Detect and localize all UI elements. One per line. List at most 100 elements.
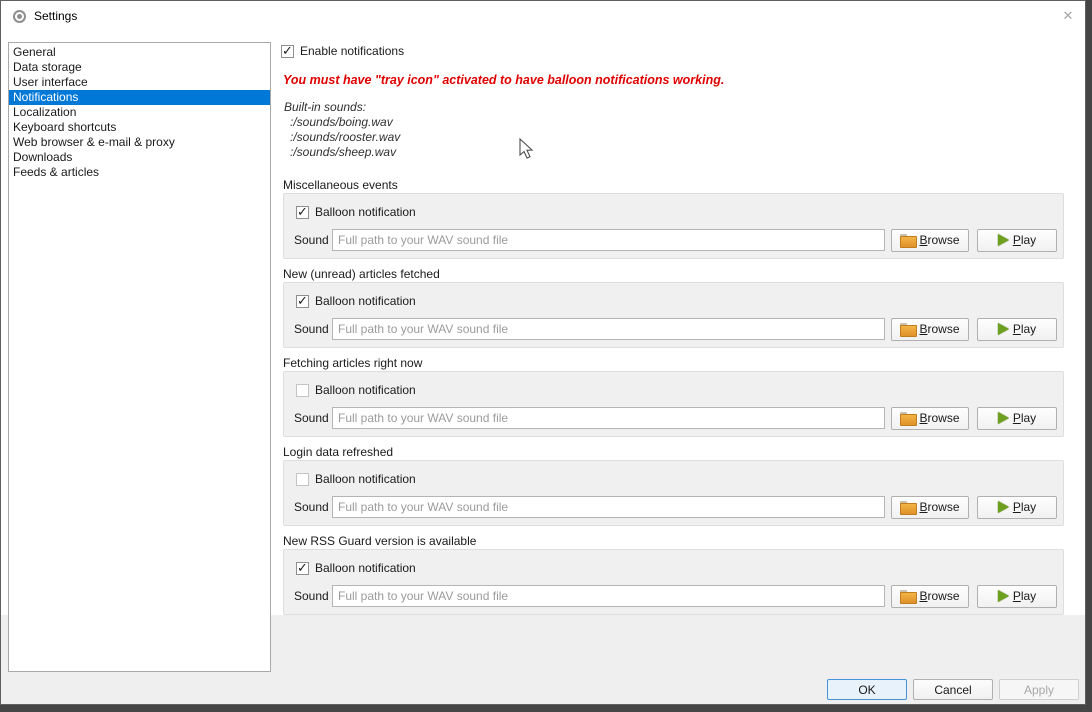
play-button[interactable]: Play bbox=[977, 318, 1057, 341]
check-icon: ✓ bbox=[297, 560, 308, 576]
balloon-notification-label: Balloon notification bbox=[315, 472, 416, 486]
sidebar-item-localization[interactable]: Localization bbox=[9, 105, 270, 120]
sidebar-item-downloads[interactable]: Downloads bbox=[9, 150, 270, 165]
balloon-notification-label: Balloon notification bbox=[315, 383, 416, 397]
balloon-checkbox-box[interactable] bbox=[296, 473, 309, 486]
section-groupbox: Balloon notification Sound Browse Play bbox=[283, 371, 1064, 437]
balloon-notification-checkbox[interactable]: ✓ Balloon notification bbox=[296, 561, 416, 575]
sidebar-item-label: General bbox=[13, 45, 56, 59]
folder-icon bbox=[900, 501, 915, 513]
balloon-notification-checkbox[interactable]: ✓ Balloon notification bbox=[296, 205, 416, 219]
sidebar-item-data-storage[interactable]: Data storage bbox=[9, 60, 270, 75]
sound-label: Sound bbox=[294, 411, 327, 425]
sidebar-item-keyboard-shortcuts[interactable]: Keyboard shortcuts bbox=[9, 120, 270, 135]
browse-button[interactable]: Browse bbox=[891, 496, 969, 519]
balloon-notification-checkbox[interactable]: ✓ Balloon notification bbox=[296, 294, 416, 308]
sound-path-input[interactable] bbox=[332, 318, 885, 340]
sound-label: Sound bbox=[294, 500, 327, 514]
ok-button[interactable]: OK bbox=[827, 679, 907, 700]
browse-button[interactable]: Browse bbox=[891, 585, 969, 608]
sidebar-item-user-interface[interactable]: User interface bbox=[9, 75, 270, 90]
section-groupbox: ✓ Balloon notification Sound Browse Play bbox=[283, 193, 1064, 259]
titlebar[interactable]: Settings ✕ bbox=[1, 1, 1085, 32]
builtin-sounds-block: Built-in sounds: :/sounds/boing.wav :/so… bbox=[284, 100, 400, 160]
sound-row: Sound Browse Play bbox=[294, 229, 1059, 251]
section-groupbox: Balloon notification Sound Browse Play bbox=[283, 460, 1064, 526]
play-button-label: Play bbox=[1013, 411, 1036, 425]
play-button-label: Play bbox=[1013, 589, 1036, 603]
balloon-checkbox-box[interactable]: ✓ bbox=[296, 562, 309, 575]
browse-button[interactable]: Browse bbox=[891, 229, 969, 252]
play-button-label: Play bbox=[1013, 322, 1036, 336]
notification-sections: Miscellaneous events ✓ Balloon notificat… bbox=[283, 178, 1064, 623]
play-button-label: Play bbox=[1013, 500, 1036, 514]
browse-button[interactable]: Browse bbox=[891, 407, 969, 430]
sound-row: Sound Browse Play bbox=[294, 496, 1059, 518]
balloon-notification-label: Balloon notification bbox=[315, 205, 416, 219]
notification-section: New RSS Guard version is available ✓ Bal… bbox=[283, 534, 1064, 623]
play-button[interactable]: Play bbox=[977, 585, 1057, 608]
balloon-notification-checkbox[interactable]: Balloon notification bbox=[296, 472, 416, 486]
play-button-label: Play bbox=[1013, 233, 1036, 247]
balloon-notification-checkbox[interactable]: Balloon notification bbox=[296, 383, 416, 397]
settings-gear-icon bbox=[13, 10, 26, 23]
sound-path-input[interactable] bbox=[332, 229, 885, 251]
window-title: Settings bbox=[34, 9, 77, 23]
sidebar-item-label: Web browser & e-mail & proxy bbox=[13, 135, 175, 149]
cancel-button[interactable]: Cancel bbox=[913, 679, 993, 700]
folder-icon bbox=[900, 323, 915, 335]
play-icon bbox=[998, 590, 1009, 602]
folder-icon bbox=[900, 234, 915, 246]
browse-button-label: Browse bbox=[919, 411, 959, 425]
enable-notifications-checkbox-box[interactable]: ✓ bbox=[281, 45, 294, 58]
close-icon[interactable]: ✕ bbox=[1059, 7, 1077, 25]
play-button[interactable]: Play bbox=[977, 229, 1057, 252]
sound-label: Sound bbox=[294, 322, 327, 336]
section-groupbox: ✓ Balloon notification Sound Browse Play bbox=[283, 282, 1064, 348]
balloon-checkbox-box[interactable] bbox=[296, 384, 309, 397]
folder-icon bbox=[900, 412, 915, 424]
browse-button-label: Browse bbox=[919, 589, 959, 603]
sidebar-item-notifications[interactable]: Notifications bbox=[9, 90, 270, 105]
sidebar-item-general[interactable]: General bbox=[9, 45, 270, 60]
play-button[interactable]: Play bbox=[977, 496, 1057, 519]
sidebar-item-label: Downloads bbox=[13, 150, 72, 164]
sidebar-item-label: User interface bbox=[13, 75, 88, 89]
play-icon bbox=[998, 234, 1009, 246]
sound-path-input[interactable] bbox=[332, 585, 885, 607]
browse-button[interactable]: Browse bbox=[891, 318, 969, 341]
balloon-notification-label: Balloon notification bbox=[315, 561, 416, 575]
apply-button[interactable]: Apply bbox=[999, 679, 1079, 700]
notification-section: Login data refreshed Balloon notificatio… bbox=[283, 445, 1064, 534]
builtin-sound-path: :/sounds/rooster.wav bbox=[284, 130, 400, 145]
check-icon: ✓ bbox=[297, 204, 308, 220]
notifications-panel: ✓ Enable notifications You must have "tr… bbox=[272, 32, 1085, 615]
builtin-sound-path: :/sounds/sheep.wav bbox=[284, 145, 400, 160]
notification-section: Fetching articles right now Balloon noti… bbox=[283, 356, 1064, 445]
mouse-cursor bbox=[517, 138, 537, 160]
sound-path-input[interactable] bbox=[332, 407, 885, 429]
sound-label: Sound bbox=[294, 233, 327, 247]
sidebar-item-label: Feeds & articles bbox=[13, 165, 99, 179]
sound-label: Sound bbox=[294, 589, 327, 603]
sidebar-item-label: Notifications bbox=[13, 90, 78, 104]
sidebar-item-web-browser-e-mail-proxy[interactable]: Web browser & e-mail & proxy bbox=[9, 135, 270, 150]
balloon-checkbox-box[interactable]: ✓ bbox=[296, 206, 309, 219]
builtin-sound-path: :/sounds/boing.wav bbox=[284, 115, 400, 130]
browse-button-label: Browse bbox=[919, 322, 959, 336]
check-icon: ✓ bbox=[297, 293, 308, 309]
builtin-sounds-header: Built-in sounds: bbox=[284, 100, 400, 115]
sound-path-input[interactable] bbox=[332, 496, 885, 518]
sidebar-item-feeds-articles[interactable]: Feeds & articles bbox=[9, 165, 270, 180]
play-icon bbox=[998, 323, 1009, 335]
browse-button-label: Browse bbox=[919, 500, 959, 514]
balloon-checkbox-box[interactable]: ✓ bbox=[296, 295, 309, 308]
browse-button-label: Browse bbox=[919, 233, 959, 247]
enable-notifications-checkbox[interactable]: ✓ Enable notifications bbox=[281, 44, 404, 58]
sidebar-item-label: Keyboard shortcuts bbox=[13, 120, 116, 134]
notification-section: New (unread) articles fetched ✓ Balloon … bbox=[283, 267, 1064, 356]
screen: Settings ✕ GeneralData storageUser inter… bbox=[0, 0, 1092, 712]
play-button[interactable]: Play bbox=[977, 407, 1057, 430]
balloon-notification-label: Balloon notification bbox=[315, 294, 416, 308]
sound-row: Sound Browse Play bbox=[294, 318, 1059, 340]
